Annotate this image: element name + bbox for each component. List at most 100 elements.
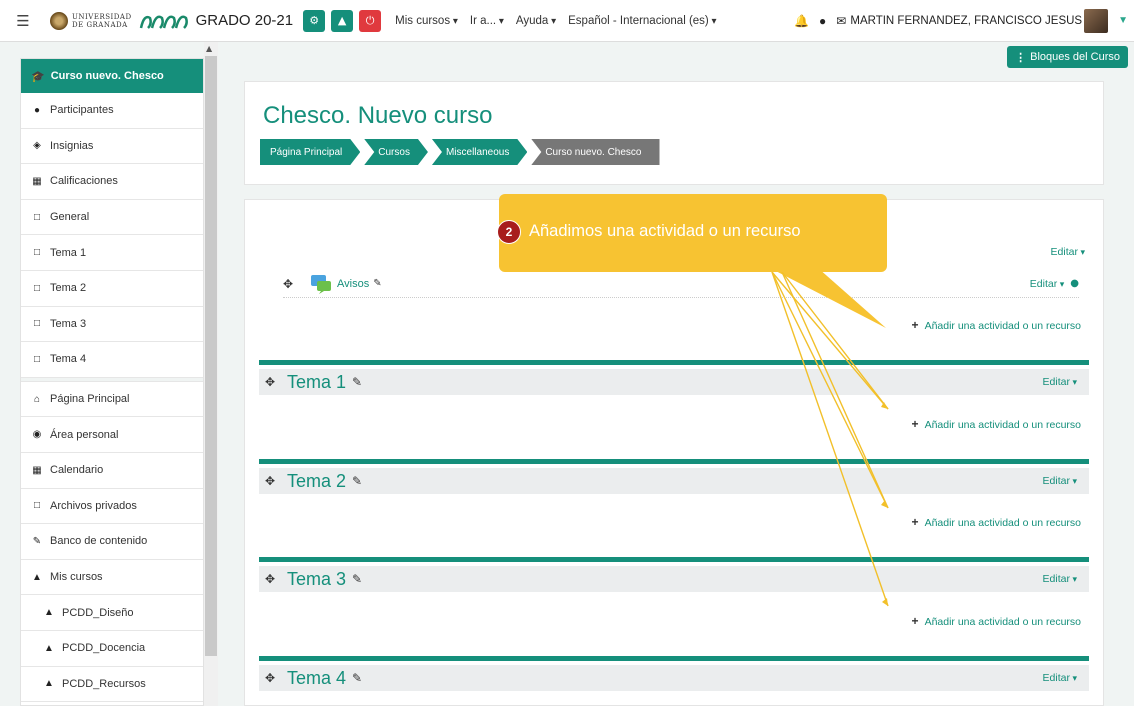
section-tema-1: ✥ Tema 1 ✎ Editar bbox=[259, 360, 1089, 395]
avatar[interactable] bbox=[1084, 8, 1109, 33]
edit-menu-section[interactable]: Editar bbox=[1043, 672, 1077, 684]
sidebar-item-tema-4[interactable]: □ Tema 4 bbox=[21, 342, 203, 378]
graduation-cap-icon: 🎓 bbox=[31, 70, 45, 83]
add-activity-link-tema-1[interactable]: + Añadir una actividad o un recurso bbox=[912, 417, 1081, 431]
sidebar-item-tema-3[interactable]: □ Tema 3 bbox=[21, 307, 203, 343]
section-title[interactable]: Tema 1 bbox=[287, 372, 346, 393]
user-icon[interactable]: ● bbox=[1070, 278, 1079, 289]
hamburger-icon[interactable]: ☰ bbox=[10, 8, 36, 34]
menu-mis-cursos[interactable]: Mis cursos bbox=[395, 15, 458, 27]
graduation-cap-icon: ▲ bbox=[44, 642, 54, 654]
sidebar-item-mis-cursos[interactable]: ▲ Mis cursos bbox=[21, 560, 203, 596]
menu-ir-a[interactable]: Ir a... bbox=[470, 15, 504, 27]
callout-text: Añadimos una actividad o un recurso bbox=[529, 222, 801, 240]
file-icon: □ bbox=[33, 500, 41, 512]
shield-icon: ◈ bbox=[33, 140, 41, 152]
graduation-cap-icon: ▲ bbox=[44, 607, 54, 619]
course-sidebar: 🎓 Curso nuevo. Chesco ● Participantes ◈ In… bbox=[20, 58, 204, 706]
move-icon[interactable]: ✥ bbox=[283, 277, 297, 291]
course-header: Chesco. Nuevo curso Página Principal Cur… bbox=[244, 81, 1104, 185]
sidebar-item-tema-1[interactable]: □ Tema 1 bbox=[21, 235, 203, 271]
user-area: 🔔 ● ✉ MARTIN FERNANDEZ, FRANCISCO JESUS … bbox=[794, 8, 1128, 33]
plus-icon: + bbox=[911, 318, 919, 332]
sidebar-item-pcdd-diseno[interactable]: ▲ PCDD_Diseño bbox=[21, 595, 203, 631]
info-icon: ⋮ bbox=[1015, 51, 1027, 64]
edit-menu-section[interactable]: Editar bbox=[1043, 376, 1077, 388]
course-blocks-button[interactable]: ⋮ Bloques del Curso bbox=[1007, 46, 1128, 68]
calendar-icon: ▦ bbox=[32, 464, 42, 476]
user-name[interactable]: MARTIN FERNANDEZ, FRANCISCO JESUS bbox=[850, 15, 1082, 27]
top-navbar: ☰ UNIVERSIDAD DE GRANADA GRADO 20-21 ⚙ ▲… bbox=[0, 0, 1134, 42]
scroll-up-icon[interactable]: ▲ bbox=[206, 44, 212, 53]
university-logo[interactable]: UNIVERSIDAD DE GRANADA bbox=[50, 11, 132, 30]
graduation-cap-icon: ▲ bbox=[32, 571, 42, 583]
edit-menu-section[interactable]: Editar bbox=[1043, 475, 1077, 487]
site-name[interactable]: GRADO 20-21 bbox=[196, 12, 294, 29]
main-menu: Mis cursos Ir a... Ayuda Español - Inter… bbox=[395, 15, 716, 27]
university-name-line1: UNIVERSIDAD bbox=[72, 12, 132, 21]
home-icon: ⌂ bbox=[33, 393, 41, 405]
breadcrumb-pagina-principal[interactable]: Página Principal bbox=[260, 139, 360, 165]
sidebar-item-pcdd-docencia[interactable]: ▲ PCDD_Docencia bbox=[21, 631, 203, 667]
sidebar-item-calificaciones[interactable]: ▦ Calificaciones bbox=[21, 164, 203, 200]
pencil-icon[interactable]: ✎ bbox=[373, 278, 381, 289]
sidebar-item-pagina-principal[interactable]: ⌂ Página Principal bbox=[21, 382, 203, 418]
breadcrumb-current-course[interactable]: Curso nuevo. Chesco bbox=[531, 139, 660, 165]
edit-menu-section[interactable]: Editar bbox=[1043, 573, 1077, 585]
power-icon[interactable]: ⏻ bbox=[359, 9, 382, 32]
activity-avisos: ✥ Avisos ✎ Editar ● bbox=[283, 270, 1079, 298]
table-icon: ▦ bbox=[32, 175, 42, 187]
user-menu-chevron-icon[interactable]: ▼ bbox=[1118, 15, 1128, 26]
sidebar-item-pcdd-recursos[interactable]: ▲ PCDD_Recursos bbox=[21, 667, 203, 703]
sidebar-item-archivos-privados[interactable]: □ Archivos privados bbox=[21, 489, 203, 525]
menu-ayuda[interactable]: Ayuda bbox=[516, 15, 556, 27]
avisos-link[interactable]: Avisos bbox=[337, 278, 369, 290]
bell-icon[interactable]: 🔔 bbox=[794, 14, 809, 28]
edit-menu-general[interactable]: Editar bbox=[1051, 246, 1085, 258]
dashboard-icon: ◉ bbox=[32, 429, 42, 441]
sidebar-scrollbar[interactable]: ▲ bbox=[204, 42, 218, 706]
folder-icon: □ bbox=[33, 353, 41, 365]
pencil-icon[interactable]: ✎ bbox=[352, 375, 362, 389]
sidebar-item-participantes[interactable]: ● Participantes bbox=[21, 93, 203, 129]
brush-icon: ✎ bbox=[32, 535, 42, 547]
section-tema-3: ✥ Tema 3 ✎ Editar bbox=[259, 557, 1089, 592]
scrollbar-thumb[interactable] bbox=[205, 56, 217, 656]
pencil-icon[interactable]: ✎ bbox=[352, 474, 362, 488]
breadcrumb-miscellaneous[interactable]: Miscellaneous bbox=[432, 139, 527, 165]
chat-icon[interactable]: ● bbox=[819, 14, 826, 28]
sitemap-icon[interactable]: ▲ bbox=[331, 9, 354, 32]
move-icon[interactable]: ✥ bbox=[265, 474, 279, 488]
pencil-icon[interactable]: ✎ bbox=[352, 572, 362, 586]
sidebar-item-general[interactable]: □ General bbox=[21, 200, 203, 236]
graduation-cap-icon: ▲ bbox=[44, 678, 54, 690]
sidebar-item-area-personal[interactable]: ◉ Área personal bbox=[21, 417, 203, 453]
breadcrumb: Página Principal Cursos Miscellaneous Cu… bbox=[260, 139, 664, 165]
section-title[interactable]: Tema 4 bbox=[287, 668, 346, 689]
sidebar-item-calendario[interactable]: ▦ Calendario bbox=[21, 453, 203, 489]
university-seal-icon bbox=[50, 11, 68, 30]
add-activity-link-tema-3[interactable]: + Añadir una actividad o un recurso bbox=[912, 614, 1081, 628]
envelope-icon[interactable]: ✉ bbox=[836, 14, 846, 28]
forum-icon[interactable] bbox=[309, 273, 333, 295]
sidebar-course-title[interactable]: 🎓 Curso nuevo. Chesco bbox=[21, 59, 203, 93]
settings-icon[interactable]: ⚙ bbox=[303, 9, 326, 32]
move-icon[interactable]: ✥ bbox=[265, 671, 279, 685]
plus-icon: + bbox=[911, 417, 919, 431]
breadcrumb-cursos[interactable]: Cursos bbox=[364, 139, 428, 165]
add-activity-link-tema-2[interactable]: + Añadir una actividad o un recurso bbox=[912, 515, 1081, 529]
move-icon[interactable]: ✥ bbox=[265, 375, 279, 389]
menu-language[interactable]: Español - Internacional (es) bbox=[568, 15, 716, 27]
prado-logo-icon[interactable] bbox=[138, 10, 190, 32]
sidebar-item-tema-2[interactable]: □ Tema 2 bbox=[21, 271, 203, 307]
sidebar-item-banco-contenido[interactable]: ✎ Banco de contenido bbox=[21, 524, 203, 560]
edit-menu-avisos[interactable]: Editar bbox=[1030, 278, 1064, 290]
pencil-icon[interactable]: ✎ bbox=[352, 671, 362, 685]
move-icon[interactable]: ✥ bbox=[265, 572, 279, 586]
folder-icon: □ bbox=[33, 282, 41, 294]
section-title[interactable]: Tema 2 bbox=[287, 471, 346, 492]
sidebar-item-insignias[interactable]: ◈ Insignias bbox=[21, 129, 203, 165]
section-title[interactable]: Tema 3 bbox=[287, 569, 346, 590]
plus-icon: + bbox=[911, 614, 919, 628]
add-activity-link-general[interactable]: + Añadir una actividad o un recurso bbox=[912, 318, 1081, 332]
